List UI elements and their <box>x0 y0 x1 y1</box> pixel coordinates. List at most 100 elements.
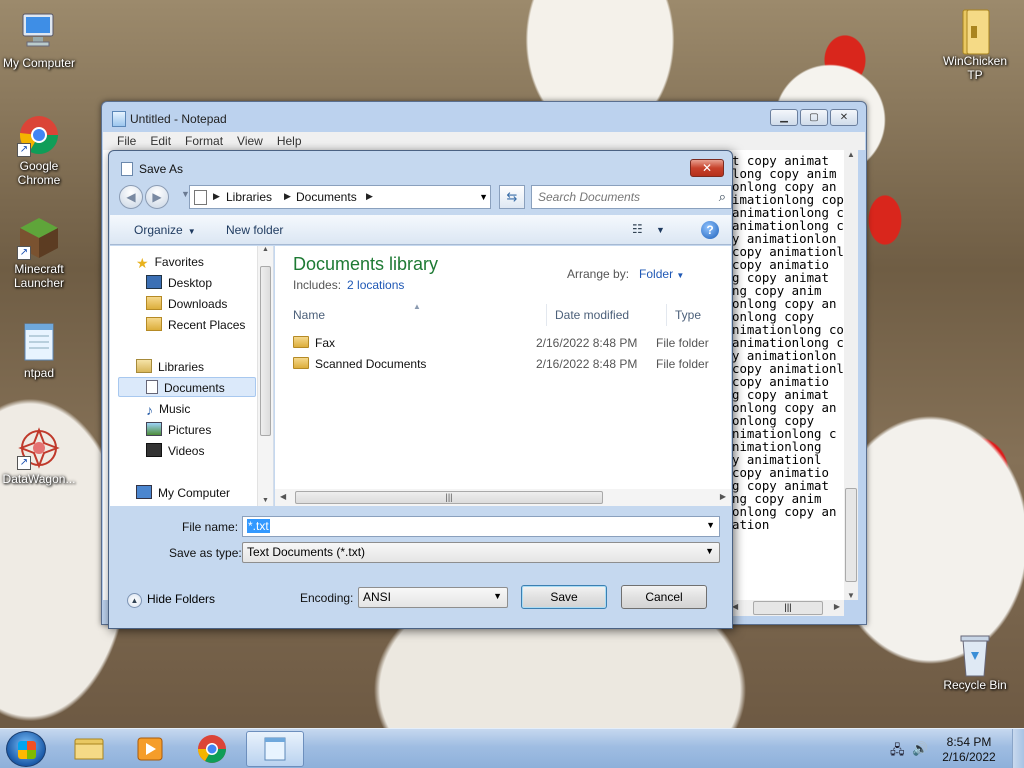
start-button[interactable] <box>6 731 46 767</box>
cancel-button[interactable]: Cancel <box>621 585 707 609</box>
taskbar: 🖧 🔊 8:54 PM 2/16/2022 <box>0 728 1024 768</box>
clock-date: 2/16/2022 <box>942 750 996 764</box>
scroll-thumb[interactable] <box>260 266 271 436</box>
forward-button[interactable]: ▶ <box>145 185 169 209</box>
notepad-vertical-scrollbar[interactable]: ▲ ▼ <box>844 150 858 600</box>
arrange-by: Arrange by: Folder ▼ <box>567 267 684 281</box>
clock-time: 8:54 PM <box>946 735 992 749</box>
chevron-down-icon: ▼ <box>187 227 196 236</box>
chevron-right-icon[interactable]: ▶ <box>213 191 220 202</box>
locations-link[interactable]: 2 locations <box>347 278 404 292</box>
dialog-toolbar: Organize ▼ New folder ☷ ▼ ? <box>110 215 731 245</box>
maximize-button[interactable]: ▢ <box>800 109 828 126</box>
save-button[interactable]: Save <box>521 585 607 609</box>
save-type-select[interactable]: Text Documents (*.txt) ▼ <box>242 542 720 563</box>
column-header-date[interactable]: Date modified <box>547 304 667 326</box>
nav-music[interactable]: ♪ Music <box>146 399 190 419</box>
volume-icon[interactable]: 🔊 <box>912 741 928 757</box>
nav-pictures[interactable]: Pictures <box>146 420 211 440</box>
chevron-right-icon[interactable]: ▶ <box>284 191 291 202</box>
taskbar-media-player[interactable] <box>121 731 179 767</box>
nav-label: Pictures <box>168 423 212 437</box>
clock[interactable]: 8:54 PM 2/16/2022 <box>934 735 1004 765</box>
folder-icon <box>293 357 309 369</box>
scroll-thumb[interactable]: ||| <box>295 491 603 504</box>
arrange-dropdown[interactable]: Folder ▼ <box>639 267 684 281</box>
nav-my-computer[interactable]: My Computer <box>136 483 230 503</box>
file-type: File folder <box>656 336 709 350</box>
desktop-icon-recycle-bin[interactable]: Recycle Bin <box>935 632 1015 692</box>
show-desktop-button[interactable] <box>1012 729 1024 768</box>
file-row[interactable]: Fax 2/16/2022 8:48 PM File folder <box>275 333 731 353</box>
hide-folders-button[interactable]: ▲ Hide Folders <box>127 592 215 608</box>
breadcrumb-documents[interactable]: Documents <box>296 190 357 204</box>
menu-format[interactable]: Format <box>185 134 223 148</box>
desktop-icon-ntpad[interactable]: ntpad <box>0 320 79 380</box>
column-header-name[interactable]: Name ▲ <box>275 302 547 326</box>
nav-desktop[interactable]: Desktop <box>146 273 212 293</box>
encoding-value: ANSI <box>363 590 392 604</box>
chevron-down-icon: ▼ <box>676 271 685 280</box>
breadcrumb-libraries[interactable]: Libraries <box>226 190 272 204</box>
network-icon[interactable]: 🖧 <box>890 741 906 757</box>
address-dropdown[interactable]: ▼ <box>479 192 488 202</box>
nav-libraries[interactable]: Libraries <box>136 357 204 377</box>
nav-label: Documents <box>164 381 225 395</box>
dialog-title: Save As <box>139 162 184 176</box>
search-icon[interactable]: ⌕ <box>719 189 726 205</box>
back-button[interactable]: ◀ <box>119 185 143 209</box>
nav-documents[interactable]: Documents <box>118 377 256 397</box>
taskbar-notepad[interactable] <box>246 731 304 767</box>
help-icon[interactable]: ? <box>701 221 719 239</box>
dialog-icon <box>121 162 133 176</box>
file-name-input[interactable]: *.txt ▼ <box>242 516 720 537</box>
close-button[interactable]: ✕ <box>830 109 858 126</box>
column-header-type[interactable]: Type <box>667 304 731 326</box>
nav-label: Downloads <box>168 297 228 311</box>
view-options-icon[interactable]: ☷ <box>632 222 648 236</box>
desktop-icon-chrome[interactable]: ↗ Google Chrome <box>0 113 79 187</box>
nav-favorites[interactable]: ★ Favorites <box>136 252 204 272</box>
chevron-right-icon[interactable]: ▶ <box>366 191 373 202</box>
encoding-select[interactable]: ANSI ▼ <box>358 587 508 608</box>
nav-recent-places[interactable]: Recent Places <box>146 315 245 335</box>
file-row[interactable]: Scanned Documents 2/16/2022 8:48 PM File… <box>275 354 731 374</box>
save-as-dialog[interactable]: Save As ✕ ◀ ▶ ▼ ▶ Libraries ▶ Documents … <box>108 150 733 629</box>
menu-view[interactable]: View <box>237 134 263 148</box>
scroll-thumb[interactable] <box>845 488 857 582</box>
view-dropdown[interactable]: ▼ <box>656 225 665 235</box>
notepad-horizontal-scrollbar[interactable]: ◀ ||| ▶ <box>728 600 844 616</box>
desktop-icon-minecraft[interactable]: ↗ Minecraft Launcher <box>0 216 79 290</box>
desktop-icon-my-computer[interactable]: My Computer <box>0 10 79 70</box>
menu-help[interactable]: Help <box>277 134 302 148</box>
save-type-value: Text Documents (*.txt) <box>247 545 366 559</box>
minimize-button[interactable]: ▁ <box>770 109 798 126</box>
new-folder-button[interactable]: New folder <box>226 223 283 237</box>
file-list-horizontal-scrollbar[interactable]: ◀ ||| ▶ <box>275 489 731 506</box>
refresh-button[interactable]: ⇆ <box>499 185 525 209</box>
file-name: Fax <box>315 336 336 350</box>
desktop-icon-label: WinChicken TP <box>942 54 1008 82</box>
computer-icon <box>17 10 61 54</box>
nav-downloads[interactable]: Downloads <box>146 294 227 314</box>
nav-label: Music <box>159 402 191 416</box>
menu-edit[interactable]: Edit <box>150 134 171 148</box>
notepad-icon <box>112 111 126 127</box>
desktop-icon-winchicken[interactable]: WinChicken TP <box>935 8 1015 82</box>
sort-arrow-icon: ▲ <box>413 302 421 311</box>
search-input[interactable]: Search Documents ⌕ <box>531 185 732 209</box>
nav-videos[interactable]: Videos <box>146 441 204 461</box>
notepad-titlebar[interactable]: Untitled - Notepad ▁ ▢ ✕ <box>102 102 866 132</box>
chevron-down-icon: ▼ <box>705 546 714 556</box>
nav-pane-scrollbar[interactable]: ▲ ▼ <box>257 246 273 506</box>
taskbar-chrome[interactable] <box>183 731 241 767</box>
menu-file[interactable]: File <box>117 134 136 148</box>
desktop-icon-datawagon[interactable]: ↗ DataWagon... <box>0 426 79 486</box>
arrange-value: Folder <box>639 267 674 281</box>
scroll-thumb[interactable]: ||| <box>753 601 823 615</box>
close-button[interactable]: ✕ <box>690 159 724 177</box>
chevron-down-icon[interactable]: ▼ <box>706 520 715 530</box>
organize-button[interactable]: Organize ▼ <box>134 223 196 237</box>
address-bar[interactable]: ▶ Libraries ▶ Documents ▶ ▼ <box>189 185 491 209</box>
taskbar-explorer[interactable] <box>60 731 118 767</box>
